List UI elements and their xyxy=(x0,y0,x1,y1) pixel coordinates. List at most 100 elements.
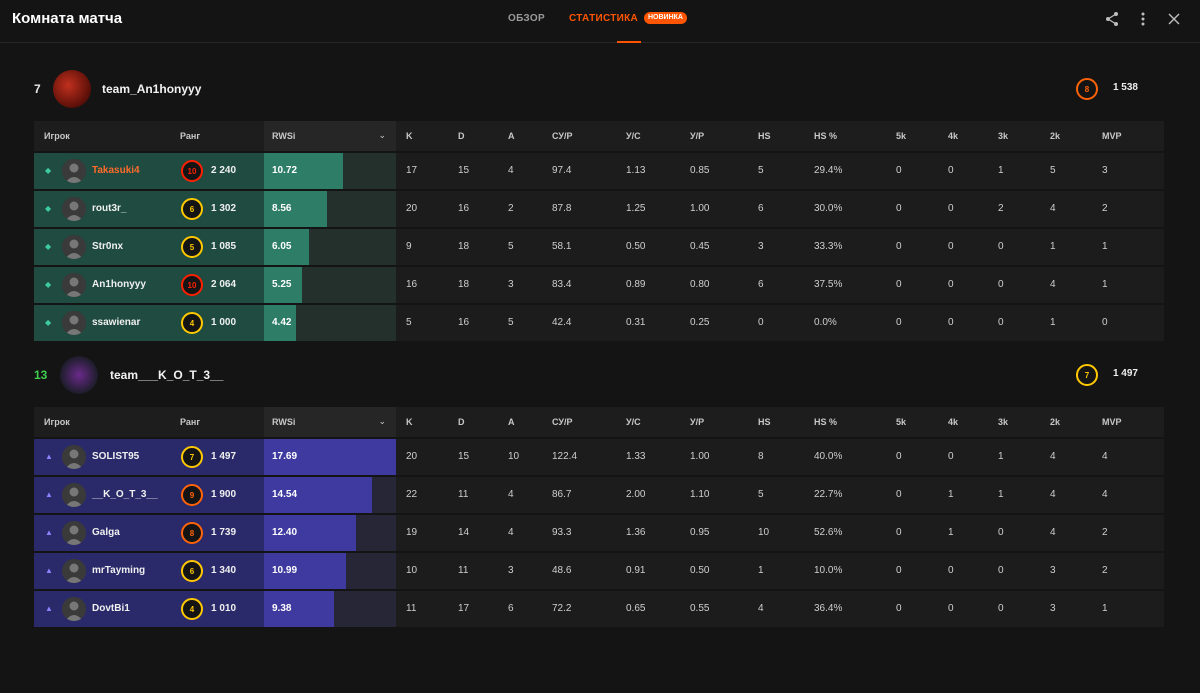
player-name[interactable]: Takasuki4 xyxy=(92,165,140,176)
player-name[interactable]: rout3r_ xyxy=(92,203,126,214)
stat-quadro-kills: 0 xyxy=(948,565,954,576)
player-avatar[interactable] xyxy=(62,197,86,221)
team-stats-table: ⌄ Игрок Ранг RWSi K D A СУ/Р У/С У/Р HS HS % 5k 4k 3k 2… xyxy=(34,121,1164,341)
stat-headshots: 6 xyxy=(758,203,764,214)
player-row[interactable]: ▲ mrTayming 6 1 340 10.99 10 11 3 48.6 0.91 0.50 1 1… xyxy=(34,553,1164,589)
tab-statistics[interactable]: СТАТИСТИКА xyxy=(569,13,638,24)
stat-double-kills: 3 xyxy=(1050,603,1056,614)
player-avatar[interactable] xyxy=(62,235,86,259)
stat-kr-ratio: 1.00 xyxy=(690,203,710,214)
player-row[interactable]: ▲ DovtBi1 4 1 010 9.38 11 17 6 72.2 0.65 0.55 4 36.4… xyxy=(34,591,1164,627)
rws-value: 8.56 xyxy=(272,203,292,214)
column-header: Ранг xyxy=(180,131,201,141)
info-icon[interactable]: i xyxy=(293,417,296,427)
stat-kr-ratio: 0.45 xyxy=(690,241,710,252)
player-row[interactable]: ▲ SOLIST95 7 1 497 17.69 20 15 10 122.4 1.33 1.00 8… xyxy=(34,439,1164,475)
player-avatar[interactable] xyxy=(62,159,86,183)
player-name[interactable]: An1honyyy xyxy=(92,279,146,290)
share-icon[interactable] xyxy=(1103,10,1121,28)
player-row[interactable]: ◆ rout3r_ 6 1 302 8.56 20 16 2 87.8 1.25 1.00 6 30.0… xyxy=(34,191,1164,227)
stat-adr: 72.2 xyxy=(552,603,572,614)
stat-kr-ratio: 0.85 xyxy=(690,165,710,176)
stat-kd-ratio: 0.91 xyxy=(626,565,646,576)
player-avatar[interactable] xyxy=(62,559,86,583)
player-name[interactable]: Galga xyxy=(92,527,120,538)
skill-level: 10 xyxy=(181,160,203,182)
stat-kills: 5 xyxy=(406,317,412,328)
top-bar: Комната матча ОБЗОР СТАТИСТИКА НОВИНКА xyxy=(0,0,1200,43)
active-tab-indicator xyxy=(617,41,641,43)
player-name[interactable]: mrTayming xyxy=(92,565,145,576)
player-name[interactable]: DovtBi1 xyxy=(92,603,130,614)
stat-kd-ratio: 1.25 xyxy=(626,203,646,214)
stat-assists: 6 xyxy=(508,603,514,614)
stat-penta-kills: 0 xyxy=(896,527,902,538)
stat-triple-kills: 0 xyxy=(998,279,1004,290)
player-row[interactable]: ▲ Galga 8 1 739 12.40 19 14 4 93.3 1.36 0.95 10 52.6… xyxy=(34,515,1164,551)
rws-cell: 10.72 xyxy=(264,153,396,189)
column-header: Игрок xyxy=(44,131,70,141)
player-elo: 1 340 xyxy=(211,565,237,576)
column-header[interactable]: RWSi xyxy=(272,417,295,427)
rws-value: 10.72 xyxy=(272,165,298,176)
column-header[interactable]: RWSi xyxy=(272,131,295,141)
player-row[interactable]: ◆ ssawienar 4 1 000 4.42 5 16 5 42.4 0.31 0.25 0 0.0… xyxy=(34,305,1164,341)
stat-mvp: 1 xyxy=(1102,279,1108,290)
team-header: 13 team___K_O_T_3__ 7 1 497 xyxy=(34,355,1164,395)
column-header: 5k xyxy=(896,131,907,141)
stat-quadro-kills: 0 xyxy=(948,317,954,328)
tab-overview[interactable]: ОБЗОР xyxy=(508,13,545,24)
player-avatar[interactable] xyxy=(62,521,86,545)
stat-headshot-percent: 37.5% xyxy=(814,279,843,290)
stat-quadro-kills: 0 xyxy=(948,603,954,614)
player-name[interactable]: Str0nx xyxy=(92,241,123,252)
player-row[interactable]: ▲ __K_O_T_3__ 9 1 900 14.54 22 11 4 86.7 2.00 1.10… xyxy=(34,477,1164,513)
info-icon[interactable]: i xyxy=(293,131,296,141)
stat-triple-kills: 0 xyxy=(998,565,1004,576)
player-elo: 1 497 xyxy=(211,451,237,462)
diamond-icon: ◆ xyxy=(45,318,52,327)
player-row[interactable]: ◆ An1honyyy 10 2 064 5.25 16 18 3 83.4 0.89 0.80 6 3… xyxy=(34,267,1164,303)
stat-adr: 97.4 xyxy=(552,165,572,176)
stat-headshots: 4 xyxy=(758,603,764,614)
stat-kills: 11 xyxy=(406,603,417,614)
team-score: 7 xyxy=(34,82,41,96)
team-level-badge: 7 xyxy=(1076,364,1098,386)
more-vertical-icon[interactable] xyxy=(1134,10,1152,28)
player-row[interactable]: ◆ Takasuki4 10 2 240 10.72 17 15 4 97.4 1.13 0.85 5… xyxy=(34,153,1164,189)
stat-kills: 20 xyxy=(406,203,418,214)
stat-headshots: 8 xyxy=(758,451,764,462)
player-elo: 2 064 xyxy=(211,279,237,290)
stat-headshot-percent: 10.0% xyxy=(814,565,843,576)
player-avatar[interactable] xyxy=(62,483,86,507)
stat-headshots: 1 xyxy=(758,565,764,576)
column-header: СУ/Р xyxy=(552,131,573,141)
stat-kr-ratio: 0.55 xyxy=(690,603,710,614)
rws-value: 4.42 xyxy=(272,317,292,328)
stat-deaths: 11 xyxy=(458,489,469,500)
stat-kr-ratio: 1.10 xyxy=(690,489,710,500)
close-icon[interactable] xyxy=(1165,10,1183,28)
chevron-down-icon[interactable]: ⌄ xyxy=(378,416,386,427)
stat-headshot-percent: 52.6% xyxy=(814,527,843,538)
player-name[interactable]: __K_O_T_3__ xyxy=(92,489,158,500)
player-avatar[interactable] xyxy=(62,273,86,297)
stat-adr: 87.8 xyxy=(552,203,572,214)
stat-double-kills: 3 xyxy=(1050,565,1056,576)
player-avatar[interactable] xyxy=(62,311,86,335)
player-name[interactable]: ssawienar xyxy=(92,317,140,328)
skill-level: 7 xyxy=(181,446,203,468)
stat-quadro-kills: 0 xyxy=(948,165,954,176)
skill-level: 6 xyxy=(181,198,203,220)
player-row[interactable]: ◆ Str0nx 5 1 085 6.05 9 18 5 58.1 0.50 0.45 3 33.3% 0… xyxy=(34,229,1164,265)
stat-penta-kills: 0 xyxy=(896,317,902,328)
column-header: HS xyxy=(758,417,771,427)
column-header: 2k xyxy=(1050,131,1061,141)
player-name[interactable]: SOLIST95 xyxy=(92,451,139,462)
player-avatar[interactable] xyxy=(62,597,86,621)
player-elo: 1 010 xyxy=(211,603,237,614)
player-avatar[interactable] xyxy=(62,445,86,469)
chevron-down-icon[interactable]: ⌄ xyxy=(378,130,386,141)
stat-penta-kills: 0 xyxy=(896,279,902,290)
level-badge: 7 xyxy=(1076,364,1098,386)
